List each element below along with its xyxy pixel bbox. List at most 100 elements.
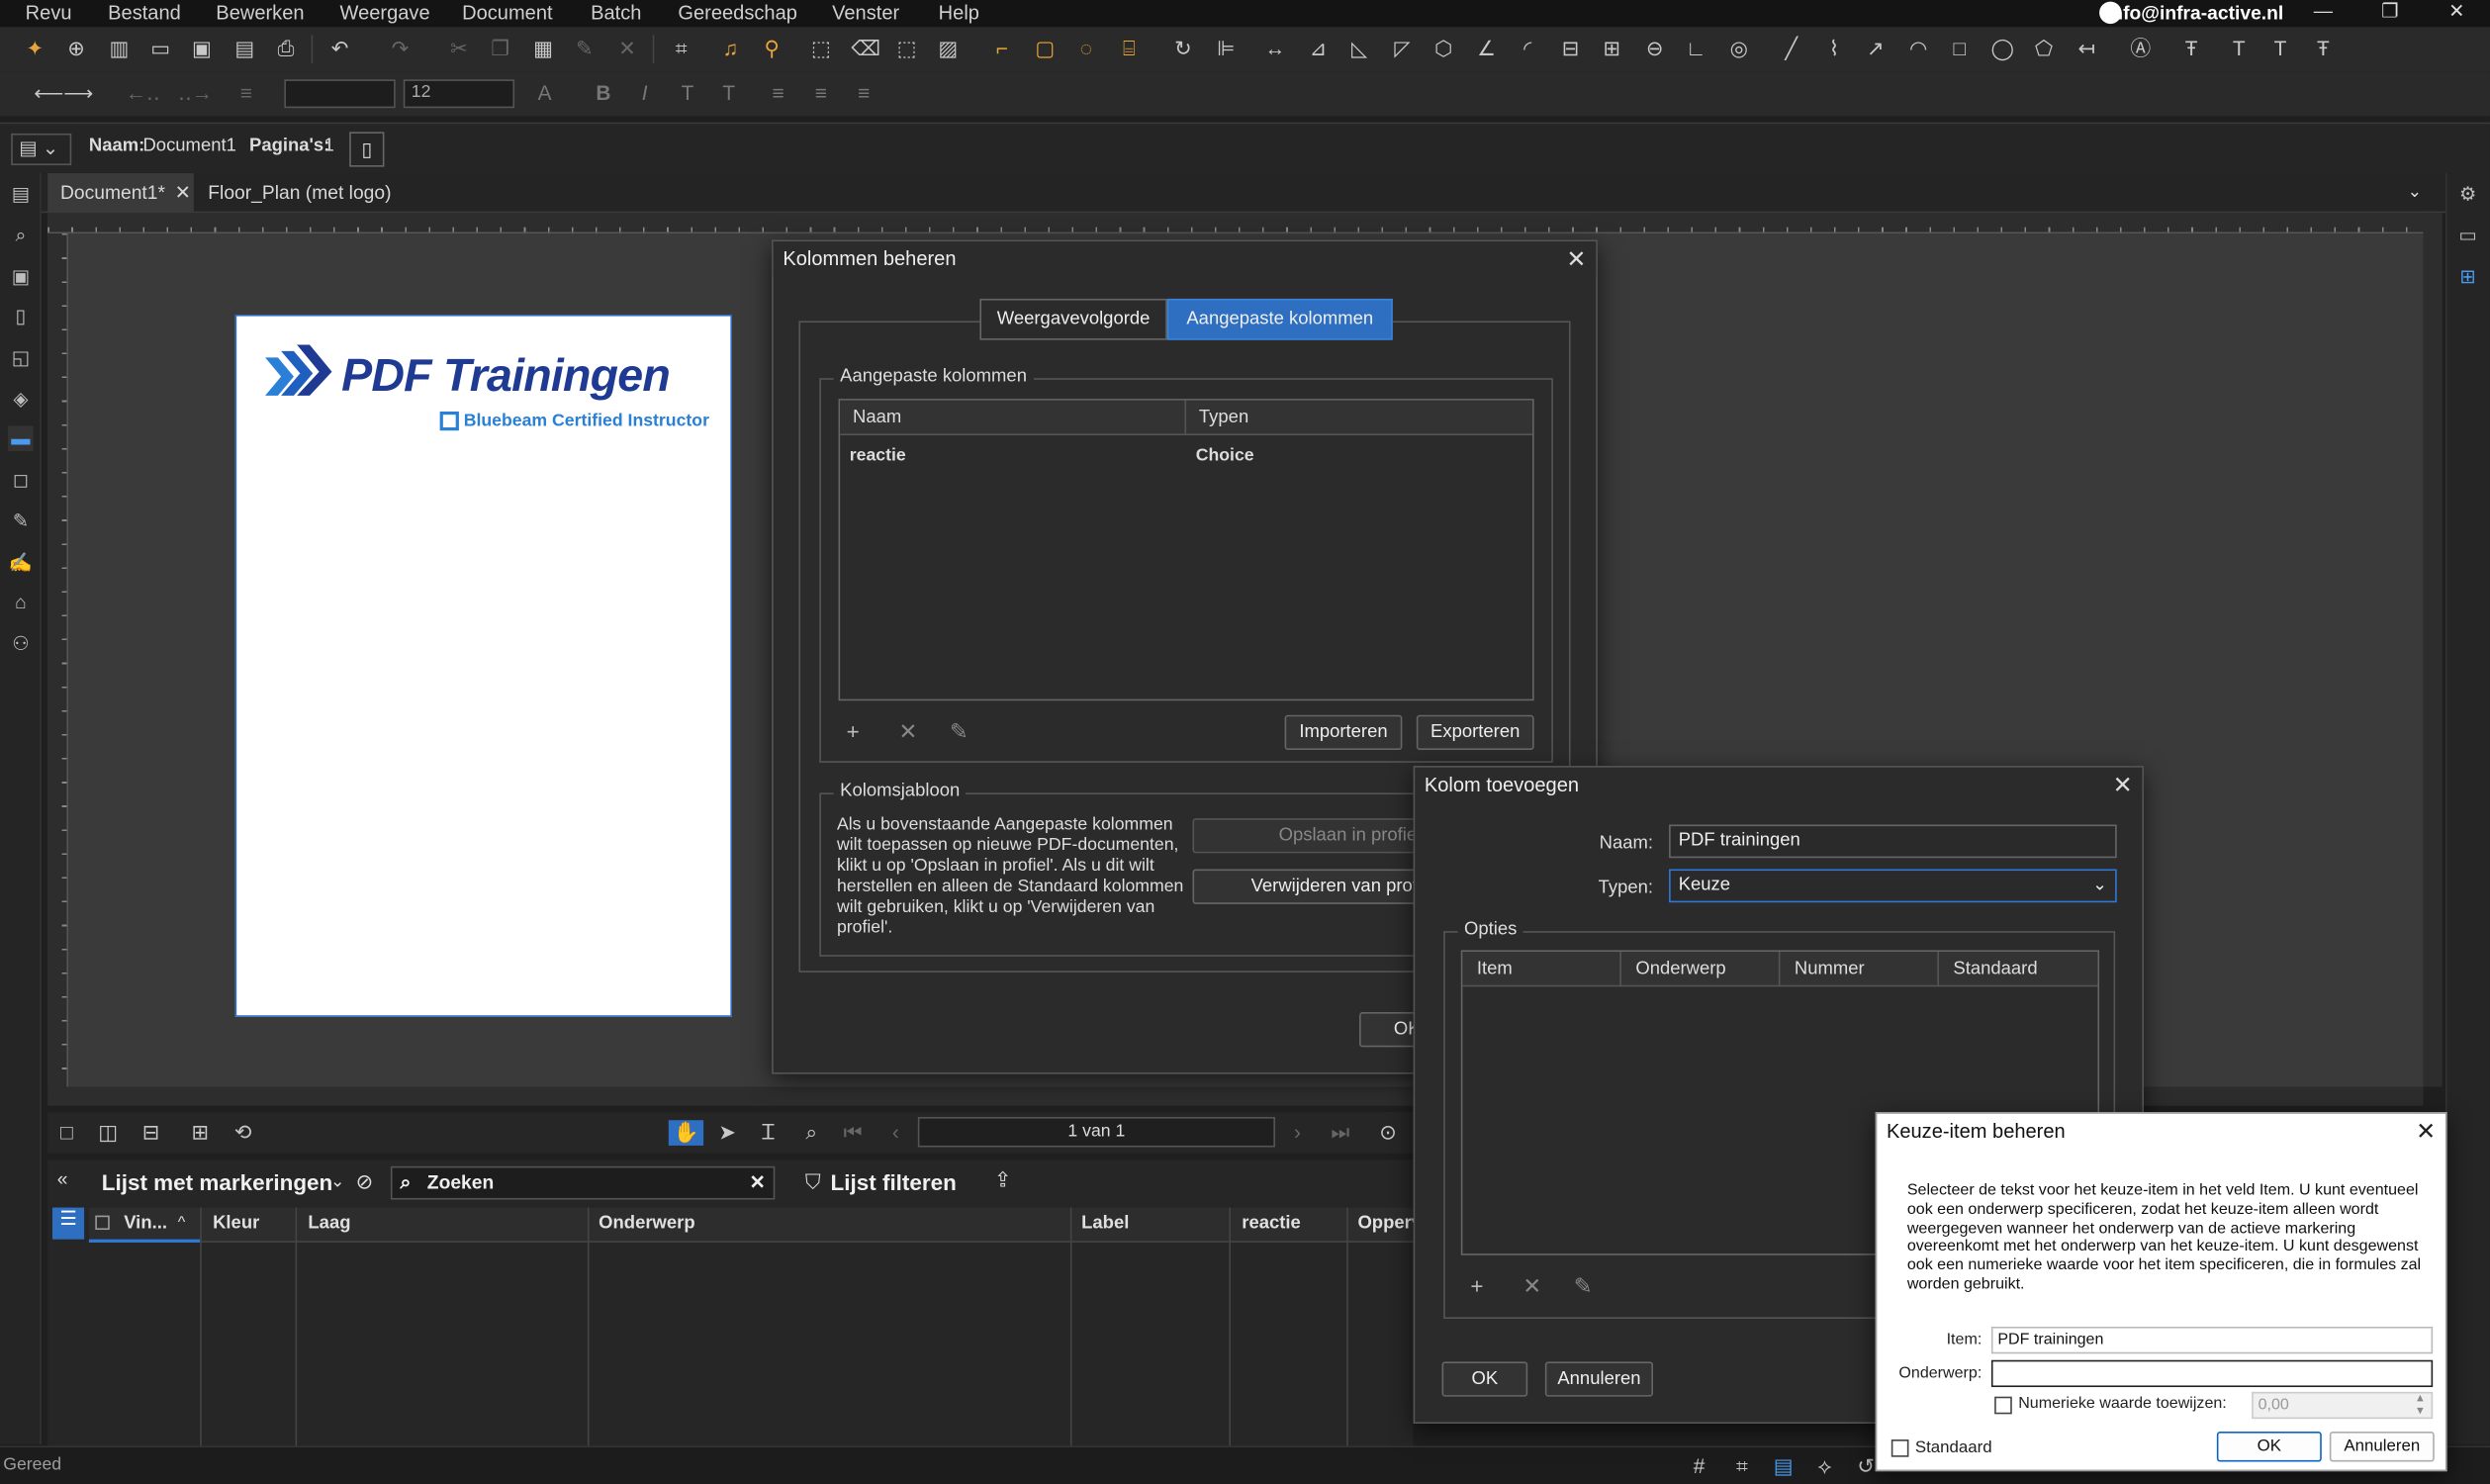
undo-icon[interactable]: ↶ [327, 37, 353, 62]
select-arrow-icon[interactable]: ➤ [714, 1120, 740, 1146]
column-header[interactable]: Onderwerp [1635, 960, 1725, 978]
menu-revu[interactable]: Revu [26, 2, 72, 24]
ellipse-icon[interactable]: ◯ [1989, 37, 2015, 62]
pan-hand-icon[interactable]: ✋ [668, 1120, 704, 1146]
column-header[interactable]: Opperv [1357, 1214, 1422, 1233]
arc-icon[interactable]: ◠ [1905, 37, 1931, 62]
line-width-icon[interactable]: ≡ [228, 81, 266, 107]
eraser-icon[interactable]: ⌫ [851, 37, 880, 62]
ok-button[interactable]: OK [1441, 1361, 1528, 1397]
select-text-icon[interactable]: Ꮖ [756, 1120, 782, 1146]
sync-icon[interactable]: ⟲ [231, 1120, 256, 1146]
line-end-icon[interactable]: ‥→ [171, 81, 219, 107]
print-icon[interactable]: ⎙ [273, 37, 299, 62]
file-access-icon[interactable]: ◱ [8, 345, 34, 371]
font-size-combo[interactable]: 12 [403, 79, 515, 109]
column-header[interactable]: Naam [853, 409, 901, 427]
close-icon[interactable]: ✕ [2416, 1117, 2436, 1146]
menu-weergave[interactable]: Weergave [340, 2, 430, 24]
save-as-icon[interactable]: ▤ [231, 37, 257, 62]
prev-page-icon[interactable]: ‹ [882, 1120, 908, 1146]
page-indicator[interactable]: 1 van 1 [917, 1117, 1275, 1148]
radius-icon[interactable]: ⊖ [1642, 37, 1668, 62]
tab-display-order[interactable]: Weergavevolgorde [979, 298, 1167, 340]
zoom-icon[interactable]: ⌕ [798, 1120, 824, 1146]
strike-style-icon[interactable]: T [716, 81, 742, 107]
menu-venster[interactable]: Venster [832, 2, 899, 24]
highlight-text-icon[interactable]: Ŧ [2178, 37, 2204, 62]
tab-custom-columns[interactable]: Aangepaste kolommen [1166, 298, 1393, 340]
first-page-icon[interactable]: ⏮ [840, 1120, 866, 1146]
forms-icon[interactable]: ✎ [8, 509, 34, 534]
arrow-icon[interactable]: ↗ [1863, 37, 1889, 62]
close-icon[interactable]: ✕ [1566, 244, 1586, 273]
panels-icon[interactable]: ▥ [107, 37, 133, 62]
calibrate-icon[interactable]: ◎ [1726, 37, 1752, 62]
previous-view-icon[interactable]: ⊙ [1375, 1120, 1401, 1146]
add-icon[interactable]: + [847, 718, 860, 744]
new-document-icon[interactable]: ✦ [22, 37, 47, 62]
line-style-icon[interactable]: ←‥ [119, 81, 166, 107]
measure-icon[interactable]: ⌐ [989, 37, 1015, 62]
column-header[interactable]: Item [1477, 960, 1513, 978]
stamp-icon[interactable]: ⚲ [759, 37, 784, 62]
hide-markups-icon[interactable]: ⊘ [356, 1169, 374, 1195]
clear-search-icon[interactable]: ✕ [750, 1171, 766, 1193]
polygon-icon[interactable]: ⬠ [2031, 37, 2057, 62]
markups-dropdown-icon[interactable]: ⌄ [330, 1171, 345, 1191]
align-left-icon[interactable]: ≡ [766, 81, 791, 107]
menu-bestand[interactable]: Bestand [108, 2, 181, 24]
rectangle-icon[interactable]: □ [1947, 37, 1973, 62]
list-view-icon[interactable]: ☰ [51, 1207, 85, 1240]
layers-icon[interactable]: ◈ [8, 386, 34, 412]
text-color-icon[interactable]: A [532, 81, 558, 107]
format-painter-icon[interactable]: ✎ [572, 37, 598, 62]
continuous-icon[interactable]: ⊟ [138, 1120, 164, 1146]
column-header[interactable]: Standaard [1953, 960, 2037, 978]
polyline-icon[interactable]: ⌇ [1821, 37, 1847, 62]
column-header[interactable]: Typen [1199, 409, 1248, 427]
properties-icon[interactable]: ▣ [8, 264, 34, 290]
search-panel-icon[interactable]: ⌕ [8, 223, 34, 248]
line-icon[interactable]: ╱ [1779, 37, 1804, 62]
column-header[interactable]: Label [1081, 1214, 1129, 1233]
callout-icon[interactable]: ⌸ [1116, 37, 1142, 62]
snap-markup-icon[interactable]: ⟡ [1812, 1453, 1838, 1479]
menu-batch[interactable]: Batch [591, 2, 641, 24]
column-name-input[interactable]: PDF trainingen [1669, 824, 2117, 859]
numeric-value-checkbox[interactable] [1994, 1396, 2012, 1415]
length-icon[interactable]: ↔ [1262, 37, 1288, 62]
cut-icon[interactable]: ✂ [446, 37, 472, 62]
column-header[interactable]: Laag [308, 1214, 350, 1233]
count-icon[interactable]: ⊞ [1599, 37, 1624, 62]
restore-button[interactable]: ❐ [2358, 0, 2422, 27]
vertical-scrollbar[interactable] [2423, 213, 2443, 1087]
copy-icon[interactable]: ❐ [488, 37, 513, 62]
bold-icon[interactable]: B [591, 81, 616, 107]
line-start-icon[interactable]: ⟵⟶ [22, 81, 104, 107]
tab-document1[interactable]: Document1* ✕ [47, 173, 194, 214]
markups-search-input[interactable]: ⌕ Zoeken ✕ [390, 1165, 776, 1200]
minimize-button[interactable]: — [2291, 0, 2354, 27]
column-header[interactable]: Kleur [213, 1214, 259, 1233]
pdf-page[interactable]: PDF Trainingen Bluebeam Certified Instru… [234, 314, 732, 1017]
text-box-icon[interactable]: Ⓐ [2128, 37, 2154, 62]
strikeout-icon[interactable]: T [2226, 37, 2252, 62]
menu-gereedschap[interactable]: Gereedschap [678, 2, 796, 24]
collapse-icon[interactable]: « [57, 1167, 68, 1189]
arc-measure-icon[interactable]: ◜ [1515, 37, 1540, 62]
studio-icon[interactable]: ⚇ [8, 631, 34, 657]
crop-icon[interactable]: ⌗ [669, 37, 694, 62]
measure-panel-icon[interactable]: ▭ [2455, 223, 2481, 248]
menu-bewerken[interactable]: Bewerken [216, 2, 304, 24]
paste-icon[interactable]: ▦ [530, 37, 556, 62]
menu-help[interactable]: Help [939, 2, 979, 24]
delete-icon[interactable]: ✕ [614, 37, 640, 62]
next-page-icon[interactable]: › [1285, 1120, 1311, 1146]
tabs-dropdown-icon[interactable]: ⌄ [2407, 181, 2422, 202]
bell-icon[interactable]: ♫ [718, 37, 744, 62]
spinner-icon[interactable]: ▴ ▾ [2417, 1391, 2423, 1418]
area-icon[interactable]: ◺ [1346, 37, 1372, 62]
column-header[interactable]: reactie [1242, 1214, 1301, 1233]
close-window-button[interactable]: ✕ [2425, 0, 2488, 27]
